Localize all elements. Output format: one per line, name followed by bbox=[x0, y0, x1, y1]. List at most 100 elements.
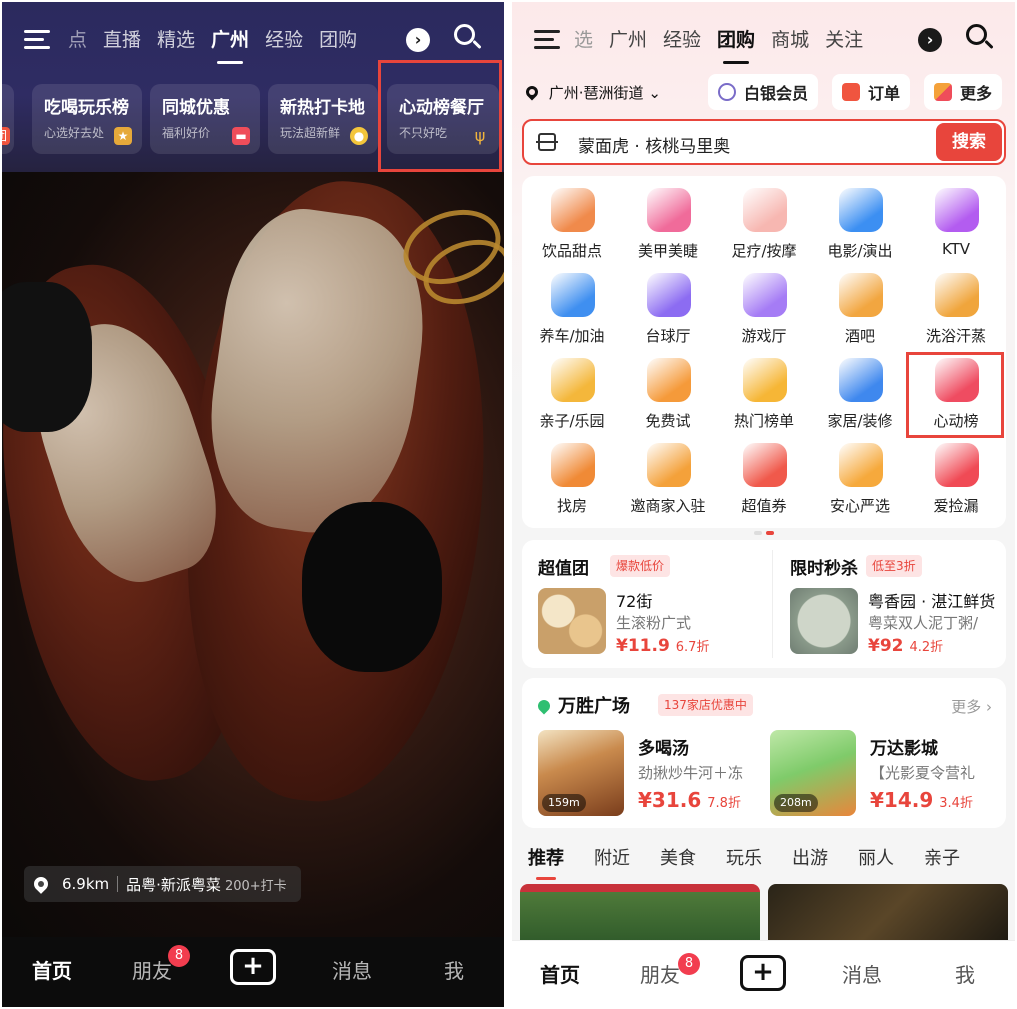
deal-card-value[interactable]: 超值团 爆款低价 72街 生滚粉广式 ¥11.9 6.7折 bbox=[522, 540, 764, 668]
checkin-count: 200+打卡 bbox=[224, 878, 287, 894]
divider bbox=[117, 876, 119, 892]
tab-guangzhou[interactable]: 广州 bbox=[211, 26, 249, 64]
search-bar[interactable]: 蒙面虎 · 核桃马里奥 搜索 bbox=[522, 119, 1006, 165]
tab-live[interactable]: 直播 bbox=[103, 26, 141, 54]
shop-card[interactable]: 159m 多喝汤 劲揪炒牛河＋冻 ¥31.6 7.8折 bbox=[522, 730, 754, 820]
feed-tab-beauty[interactable]: 丽人 bbox=[858, 844, 894, 874]
category-item[interactable]: 安心严选 bbox=[812, 433, 908, 517]
left-header: 点 直播 精选 广州 经验 团购 › 团 吃喝玩乐榜 心选好去处 ★ bbox=[2, 2, 504, 172]
category-item[interactable]: 超值券 bbox=[716, 433, 812, 517]
category-item[interactable]: 足疗/按摩 bbox=[716, 178, 812, 262]
category-item[interactable]: 找房 bbox=[524, 433, 620, 517]
feed-tab-fun[interactable]: 玩乐 bbox=[726, 844, 762, 874]
price-value: ¥92 bbox=[868, 636, 904, 656]
card-eat-play-rank[interactable]: 吃喝玩乐榜 心选好去处 ★ bbox=[32, 84, 142, 154]
category-item[interactable]: 饮品甜点 bbox=[524, 178, 620, 262]
deal-card-flash-sale[interactable]: 限时秒杀 低至3折 粤香园 · 湛江鲜货 粤菜双人泥丁粥/ ¥92 4.2折 bbox=[774, 540, 1015, 668]
tab-following[interactable]: 关注 bbox=[825, 26, 863, 54]
price-value: ¥31.6 bbox=[638, 788, 702, 812]
category-item[interactable]: 热门榜单 bbox=[716, 348, 812, 432]
nav-me[interactable]: 我 bbox=[444, 955, 464, 984]
menu-icon[interactable] bbox=[534, 28, 560, 50]
screenshot-stage: 点 直播 精选 广州 经验 团购 › 团 吃喝玩乐榜 心选好去处 ★ bbox=[0, 0, 1017, 1009]
deal-name: 粤香园 · 湛江鲜货 bbox=[868, 592, 996, 611]
search-input[interactable]: 蒙面虎 · 核桃马里奥 bbox=[578, 132, 730, 157]
more-chip[interactable]: 更多 bbox=[924, 74, 1003, 110]
feed-tab-family[interactable]: 亲子 bbox=[924, 844, 960, 874]
left-tab-bar: 点 直播 精选 广州 经验 团购 bbox=[68, 26, 373, 64]
tab-group-buy[interactable]: 团购 bbox=[717, 26, 755, 64]
plaza-title[interactable]: 万胜广场 bbox=[535, 692, 630, 718]
location-label: 广州·琶洲街道 bbox=[548, 84, 644, 102]
search-button[interactable]: 搜索 bbox=[936, 123, 1002, 161]
plaza-tag: 137家店优惠中 bbox=[658, 694, 753, 716]
tab-guangzhou[interactable]: 广州 bbox=[609, 26, 647, 54]
food-video-image[interactable] bbox=[2, 172, 504, 937]
shop-card[interactable]: 208m 万达影城 【光影夏令营礼 ¥14.9 3.4折 bbox=[754, 730, 986, 820]
right-phone-screen: 选 广州 经验 团购 商城 关注 › 广州·琶洲街道 ⌄ 白银会员 订单 更多 … bbox=[512, 2, 1015, 1007]
card-hot-checkin[interactable]: 新热打卡地 玩法超新鲜 ● bbox=[268, 84, 378, 154]
member-chip[interactable]: 白银会员 bbox=[708, 74, 819, 110]
rocking-horse-icon bbox=[551, 358, 595, 402]
search-icon[interactable] bbox=[966, 24, 994, 52]
tab-experience[interactable]: 经验 bbox=[663, 26, 701, 54]
tab-experience[interactable]: 经验 bbox=[265, 26, 303, 54]
category-item[interactable]: 酒吧 bbox=[812, 263, 908, 347]
scan-icon[interactable] bbox=[536, 133, 558, 151]
category-item[interactable]: 洗浴汗蒸 bbox=[908, 263, 1004, 347]
feed-tab-nearby[interactable]: 附近 bbox=[594, 844, 630, 874]
nav-messages[interactable]: 消息 bbox=[842, 959, 882, 988]
location-selector[interactable]: 广州·琶洲街道 ⌄ bbox=[523, 82, 661, 103]
menu-icon[interactable] bbox=[24, 28, 50, 50]
nav-home[interactable]: 首页 bbox=[540, 959, 580, 988]
card-partial[interactable]: 团 bbox=[2, 84, 14, 154]
feed-card[interactable] bbox=[520, 884, 760, 944]
nav-home[interactable]: 首页 bbox=[32, 955, 72, 984]
category-item[interactable]: 台球厅 bbox=[620, 263, 716, 347]
location-pill[interactable]: 6.9km 品粤·新派粤菜 200+打卡 bbox=[24, 866, 301, 902]
feed-card[interactable] bbox=[768, 884, 1008, 944]
card-city-deals[interactable]: 同城优惠 福利好价 ▬ bbox=[150, 84, 260, 154]
add-button[interactable]: + bbox=[740, 955, 786, 991]
card-title: 新热打卡地 bbox=[280, 98, 365, 118]
plaza-section: 万胜广场 137家店优惠中 更多 › 159m 多喝汤 劲揪炒牛河＋冻 ¥31.… bbox=[522, 678, 1006, 828]
feed-tab-travel[interactable]: 出游 bbox=[792, 844, 828, 874]
category-item[interactable]: KTV bbox=[908, 178, 1004, 262]
orders-label: 订单 bbox=[868, 84, 901, 103]
category-label: 亲子/乐园 bbox=[539, 412, 605, 430]
chevron-right-icon[interactable]: › bbox=[918, 28, 942, 52]
feed-tab-recommend[interactable]: 推荐 bbox=[528, 844, 564, 880]
category-item[interactable]: 邀商家入驻 bbox=[620, 433, 716, 517]
category-item[interactable]: 爱捡漏 bbox=[908, 433, 1004, 517]
shop-desc: 【光影夏令营礼 bbox=[870, 764, 976, 782]
feed-tab-food[interactable]: 美食 bbox=[660, 844, 696, 874]
location-pin-icon bbox=[31, 874, 51, 894]
tab-featured[interactable]: 精选 bbox=[157, 26, 195, 54]
nav-me[interactable]: 我 bbox=[955, 959, 975, 988]
gamepad-icon bbox=[743, 273, 787, 317]
tab-partial[interactable]: 点 bbox=[68, 26, 87, 54]
distance: 6.9km bbox=[62, 875, 110, 893]
right-tab-bar: 选 广州 经验 团购 商城 关注 bbox=[574, 26, 879, 64]
tab-partial[interactable]: 选 bbox=[574, 26, 593, 54]
nav-messages[interactable]: 消息 bbox=[332, 955, 372, 984]
tab-mall[interactable]: 商城 bbox=[771, 26, 809, 54]
category-item[interactable]: 家居/装修 bbox=[812, 348, 908, 432]
category-item[interactable]: 电影/演出 bbox=[812, 178, 908, 262]
add-button[interactable]: + bbox=[230, 949, 276, 985]
shop-name: 多喝汤 bbox=[638, 739, 689, 759]
chevron-right-icon[interactable]: › bbox=[406, 28, 430, 52]
location-row: 广州·琶洲街道 ⌄ 白银会员 订单 更多 bbox=[512, 74, 1015, 110]
search-icon[interactable] bbox=[454, 24, 482, 52]
category-item[interactable]: 养车/加油 bbox=[524, 263, 620, 347]
tab-group-buy[interactable]: 团购 bbox=[319, 26, 357, 54]
orders-chip[interactable]: 订单 bbox=[832, 74, 911, 110]
more-link[interactable]: 更多 › bbox=[951, 696, 992, 717]
nav-friends[interactable]: 朋友 bbox=[132, 955, 172, 984]
category-item[interactable]: 免费试 bbox=[620, 348, 716, 432]
highlight-box bbox=[378, 60, 502, 172]
nav-friends[interactable]: 朋友 bbox=[640, 959, 680, 988]
category-item[interactable]: 游戏厅 bbox=[716, 263, 812, 347]
category-item[interactable]: 亲子/乐园 bbox=[524, 348, 620, 432]
category-item[interactable]: 美甲美睫 bbox=[620, 178, 716, 262]
